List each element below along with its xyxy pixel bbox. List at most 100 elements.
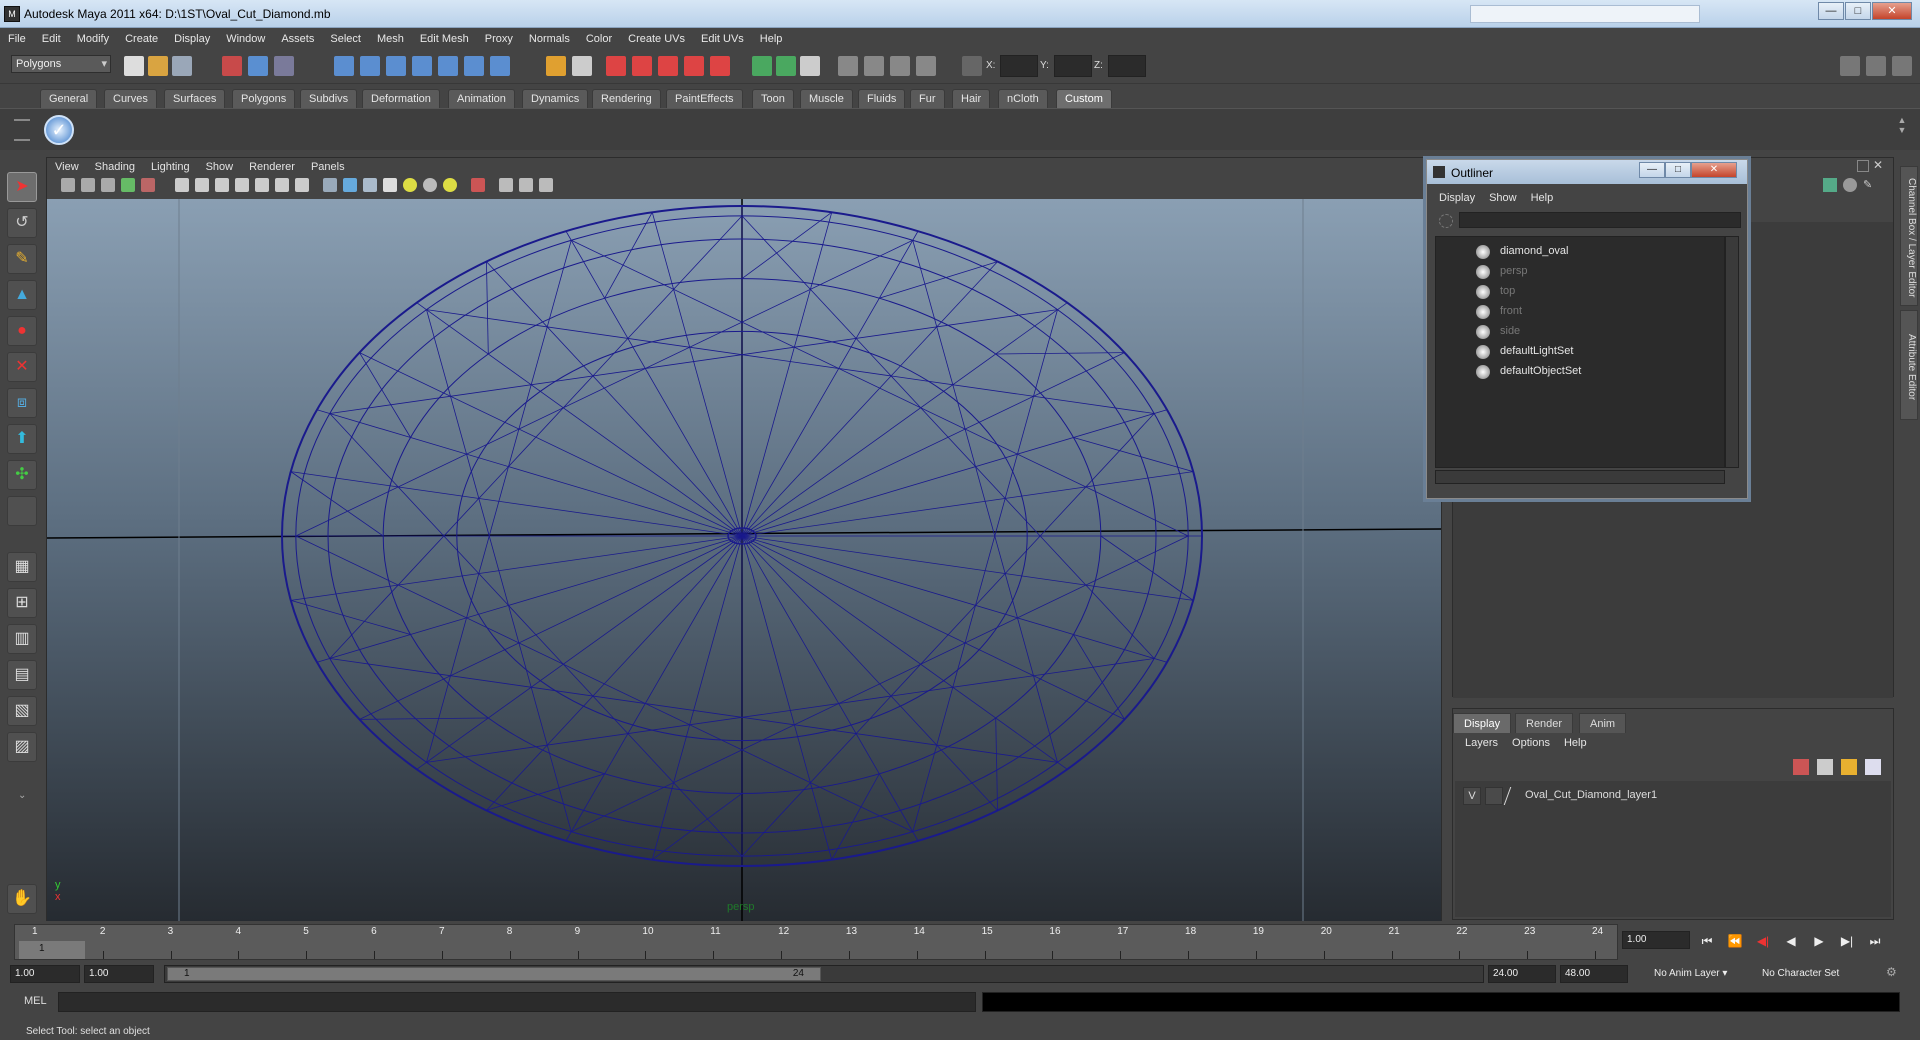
tab-attribute-editor[interactable]: Attribute Editor: [1900, 310, 1918, 420]
go-to-end-icon[interactable]: ⏭: [1864, 931, 1886, 951]
move-up-icon[interactable]: [1841, 759, 1857, 775]
viewport-canvas[interactable]: yx persp: [47, 199, 1441, 921]
grease-pencil-icon[interactable]: [141, 178, 155, 192]
viewport-menu-show[interactable]: Show: [198, 158, 242, 173]
playback-end-field[interactable]: 24.00: [1488, 965, 1556, 983]
resolution-gate-icon[interactable]: [215, 178, 229, 192]
tab-surfaces[interactable]: Surfaces: [164, 89, 226, 108]
ipr-render-icon[interactable]: [632, 56, 652, 76]
outliner-vertical-scrollbar[interactable]: [1725, 236, 1739, 468]
panel-float-icon[interactable]: [1857, 160, 1869, 172]
toggle-attribute-editor-icon[interactable]: [1840, 56, 1860, 76]
tab-rendering[interactable]: Rendering: [592, 89, 661, 108]
tab-painteffects[interactable]: PaintEffects: [666, 89, 743, 108]
modeling-toolkit-icon[interactable]: [838, 56, 858, 76]
viewport-menu-view[interactable]: View: [47, 158, 87, 173]
tab-general[interactable]: General: [40, 89, 98, 108]
render-settings-icon[interactable]: [658, 56, 678, 76]
shelf-options-icon[interactable]: [14, 119, 30, 141]
grid-icon[interactable]: [175, 178, 189, 192]
menu-proxy[interactable]: Proxy: [477, 30, 521, 45]
script-type-label[interactable]: MEL: [24, 995, 47, 1007]
new-layer-icon[interactable]: [1793, 759, 1809, 775]
time-slider[interactable]: 1 2 3 4 5 6 7 8 9 10 11 12 13 14 15 16 17 18 19 20 21 22 23 24 …: [14, 924, 1618, 960]
viewport-menu-lighting[interactable]: Lighting: [143, 158, 198, 173]
layer-row[interactable]: V Oval_Cut_Diamond_layer1: [1459, 787, 1879, 805]
close-button[interactable]: ✕: [1872, 2, 1912, 20]
menu-mesh[interactable]: Mesh: [369, 30, 412, 45]
layer-visibility-toggle[interactable]: V: [1463, 787, 1481, 805]
outliner-minimize-button[interactable]: —: [1639, 162, 1665, 178]
open-scene-icon[interactable]: [148, 56, 168, 76]
diamond-wireframe[interactable]: [47, 199, 1441, 921]
menu-help[interactable]: Help: [752, 30, 791, 45]
move-down-icon[interactable]: [1865, 759, 1881, 775]
menu-edit-uvs[interactable]: Edit UVs: [693, 30, 752, 45]
y-field[interactable]: [1054, 55, 1092, 77]
hypershade-layout[interactable]: ▧: [7, 696, 37, 726]
tab-fur[interactable]: Fur: [910, 89, 945, 108]
custom-check-tool-icon[interactable]: ✓: [44, 115, 74, 145]
wireframe-on-shaded-icon[interactable]: [363, 178, 377, 192]
high-quality-lighting-icon[interactable]: [443, 178, 457, 192]
menu-set-dropdown[interactable]: Polygons ▾: [11, 55, 111, 73]
channel-box-toggle-icon[interactable]: [916, 56, 936, 76]
playback-start-field[interactable]: 1.00: [84, 965, 154, 983]
command-input[interactable]: [58, 992, 976, 1012]
outliner-menu-show[interactable]: Show: [1483, 192, 1525, 204]
snap-point-icon[interactable]: [386, 56, 406, 76]
outliner-filter-field[interactable]: [1459, 212, 1741, 228]
menu-color[interactable]: Color: [578, 30, 620, 45]
menu-create-uvs[interactable]: Create UVs: [620, 30, 693, 45]
menu-assets[interactable]: Assets: [273, 30, 322, 45]
show-manipulator-tool[interactable]: ✣: [7, 460, 37, 490]
outliner-menu-help[interactable]: Help: [1525, 192, 1562, 204]
tab-toon[interactable]: Toon: [752, 89, 794, 108]
menu-file[interactable]: File: [0, 30, 34, 45]
menu-select[interactable]: Select: [322, 30, 369, 45]
hypershade-icon[interactable]: [684, 56, 704, 76]
smooth-shade-icon[interactable]: [343, 178, 357, 192]
outliner-close-button[interactable]: ✕: [1691, 162, 1737, 178]
tab-display-layers[interactable]: Display: [1453, 713, 1512, 733]
tab-curves[interactable]: Curves: [104, 89, 157, 108]
layer-color-swatch[interactable]: [1503, 787, 1523, 805]
menu-display[interactable]: Display: [166, 30, 218, 45]
lasso-tool[interactable]: ↺: [7, 208, 37, 238]
maya-app-icon[interactable]: M: [4, 6, 20, 22]
quick-layout-button[interactable]: ✋: [7, 884, 37, 914]
make-live-icon[interactable]: [438, 56, 458, 76]
maximize-button[interactable]: □: [1845, 2, 1871, 20]
end-time-field[interactable]: 48.00: [1560, 965, 1628, 983]
tab-deformation[interactable]: Deformation: [362, 89, 440, 108]
tab-animation[interactable]: Animation: [448, 89, 515, 108]
step-forward-frame-icon[interactable]: ▶|: [1836, 931, 1858, 951]
z-field[interactable]: [1108, 55, 1146, 77]
tool-settings-icon[interactable]: [890, 56, 910, 76]
play-forwards-icon[interactable]: ▶: [1808, 931, 1830, 951]
gate-mask-icon[interactable]: [235, 178, 249, 192]
outliner-horizontal-scrollbar[interactable]: [1435, 470, 1725, 484]
safe-action-icon[interactable]: [275, 178, 289, 192]
viewport-menu-panels[interactable]: Panels: [303, 158, 353, 173]
camera-attributes-icon[interactable]: [61, 178, 75, 192]
lock-icon[interactable]: [546, 56, 566, 76]
filter-options-icon[interactable]: [1439, 214, 1453, 228]
select-component-icon[interactable]: [274, 56, 294, 76]
character-set-dropdown[interactable]: No Character Set: [1758, 965, 1878, 983]
bookmark-icon[interactable]: [81, 178, 95, 192]
new-scene-icon[interactable]: [124, 56, 144, 76]
layer-menu-layers[interactable]: Layers: [1459, 737, 1506, 749]
transform-mode-icon[interactable]: [962, 56, 982, 76]
image-plane-icon[interactable]: [101, 178, 115, 192]
rotate-tool[interactable]: ●: [7, 316, 37, 346]
anim-layer-dropdown[interactable]: No Anim Layer ▾: [1650, 965, 1750, 983]
layer-reference-toggle[interactable]: [1485, 787, 1503, 805]
tab-polygons[interactable]: Polygons: [232, 89, 296, 108]
channel-icon-c[interactable]: ✎: [1863, 178, 1877, 192]
paint-select-tool[interactable]: ✎: [7, 244, 37, 274]
xray-icon[interactable]: [471, 178, 485, 192]
outliner-maximize-button[interactable]: □: [1665, 162, 1691, 178]
xray-joints-icon[interactable]: [519, 178, 533, 192]
tab-fluids[interactable]: Fluids: [858, 89, 906, 108]
